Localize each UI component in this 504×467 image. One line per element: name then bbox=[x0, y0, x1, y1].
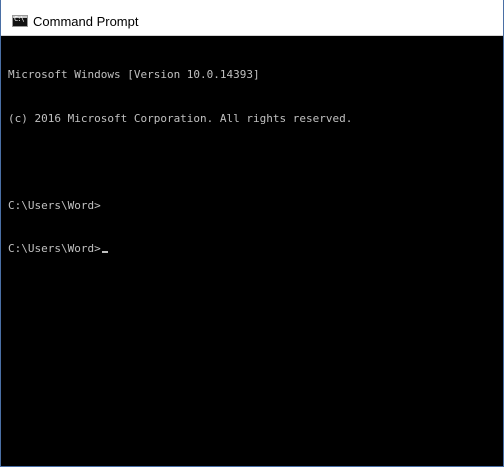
title-bar[interactable]: C:\ Command Prompt bbox=[1, 0, 503, 36]
console-line: (c) 2016 Microsoft Corporation. All righ… bbox=[8, 111, 353, 125]
command-prompt-window: C:\ Command Prompt Microsoft Windows [Ve… bbox=[0, 0, 504, 467]
cmd-icon: C:\ bbox=[12, 15, 28, 27]
window-title: Command Prompt bbox=[33, 14, 139, 29]
console-output[interactable]: Microsoft Windows [Version 10.0.14393] (… bbox=[8, 39, 499, 466]
text-cursor bbox=[101, 251, 108, 253]
console-line: Microsoft Windows [Version 10.0.14393] bbox=[8, 68, 260, 81]
command-line-prompt[interactable]: C:\Users\Word> bbox=[8, 242, 499, 257]
prompt-text: C:\Users\Word> bbox=[8, 242, 101, 255]
console-line: C:\Users\Word> bbox=[8, 198, 101, 212]
